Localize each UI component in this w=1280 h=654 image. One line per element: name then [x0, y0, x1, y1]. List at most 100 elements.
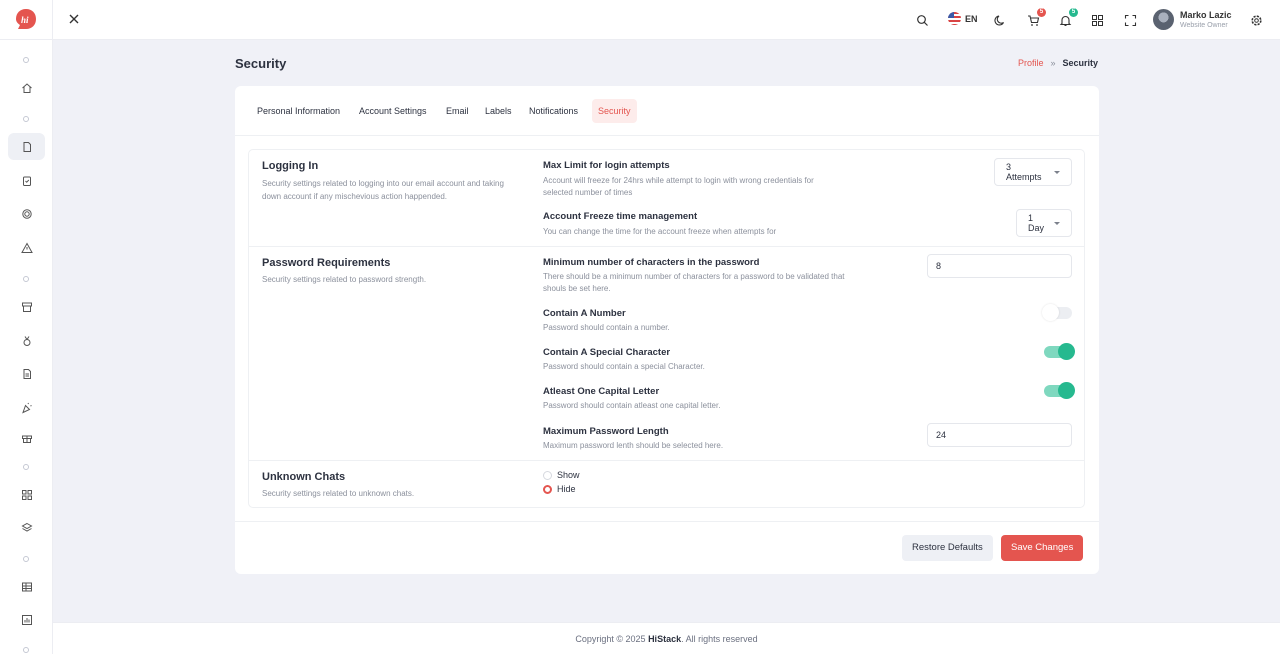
chevron-down-icon [1054, 221, 1060, 225]
menu-category-dot [23, 276, 29, 282]
bell-icon[interactable]: 5 [1056, 8, 1078, 29]
max-length-input[interactable] [927, 423, 1072, 447]
freeze-time-select[interactable]: 1 Day [1016, 209, 1072, 237]
sidebar-item-auth[interactable] [8, 200, 45, 227]
layers-icon [20, 522, 33, 532]
sidebar-item-dashboard[interactable] [8, 74, 45, 101]
toggle-knob [1058, 382, 1075, 399]
party-icon [21, 402, 32, 413]
cart-badge: 5 [1037, 8, 1046, 17]
brand-logo[interactable]: hi [15, 8, 37, 30]
breadcrumb: Profile » Security [1018, 58, 1098, 68]
toggle-knob [1058, 343, 1075, 360]
menu-category-dot [23, 556, 29, 562]
gear-icon[interactable] [1247, 11, 1265, 29]
freeze-time-value: 1 Day [1028, 213, 1045, 233]
min-chars-title: Minimum number of characters in the pass… [543, 257, 760, 268]
tab-email[interactable]: Email [440, 99, 475, 123]
sidebar-item-apps[interactable] [8, 481, 45, 508]
sidebar-item-forms[interactable] [8, 360, 45, 387]
password-requirements-description: Security settings related to password st… [262, 275, 427, 284]
chats-show-radio[interactable]: Show [543, 470, 580, 480]
avatar [1153, 9, 1174, 30]
radio-button-checked[interactable] [543, 484, 552, 494]
fullscreen-icon[interactable] [1121, 11, 1139, 29]
menu-category-dot [23, 57, 29, 63]
contain-number-title: Contain A Number [543, 308, 626, 319]
sidebar-item-pages[interactable] [8, 133, 45, 160]
user-name: Marko Lazic [1180, 9, 1232, 20]
menu-category-dot [23, 647, 29, 653]
sidebar-item-errors[interactable] [8, 234, 45, 261]
user-profile-menu[interactable]: Marko Lazic Website Owner [1153, 9, 1232, 30]
tab-personal-information[interactable]: Personal Information [251, 99, 346, 123]
box-icon [21, 302, 32, 312]
copyright-suffix: . All rights reserved [681, 634, 758, 644]
capital-letter-title: Atleast One Capital Letter [543, 386, 660, 397]
page-title: Security [235, 56, 287, 71]
medal-icon [23, 335, 30, 346]
tab-labels[interactable]: Labels [479, 99, 518, 123]
search-icon[interactable] [913, 11, 931, 29]
moon-icon[interactable] [991, 11, 1009, 29]
language-selector[interactable]: EN [948, 12, 978, 25]
min-chars-input[interactable] [927, 254, 1072, 278]
capital-letter-description: Password should contain atleast one capi… [543, 401, 721, 410]
sidebar-item-tables[interactable] [8, 573, 45, 600]
fingerprint-icon [21, 208, 32, 219]
tab-security[interactable]: Security [592, 99, 637, 123]
brand-link[interactable]: HiStack [648, 634, 681, 644]
card-footer-divider [235, 521, 1099, 522]
tab-account-settings[interactable]: Account Settings [353, 99, 433, 123]
breadcrumb-profile-link[interactable]: Profile [1018, 58, 1044, 68]
chats-show-label: Show [557, 470, 580, 480]
breadcrumb-separator-icon: » [1050, 58, 1056, 68]
cart-icon[interactable]: 5 [1024, 8, 1046, 29]
top-header: EN 5 5 Marko Lazic Website Owner [53, 0, 1280, 40]
chats-hide-radio[interactable]: Hide [543, 484, 576, 494]
toggle-knob [1042, 304, 1059, 321]
menu-category-dot [23, 116, 29, 122]
alert-icon [20, 241, 33, 253]
contain-number-toggle[interactable] [1042, 304, 1072, 321]
chats-hide-label: Hide [557, 484, 576, 494]
freeze-time-description: You can change the time for the account … [543, 227, 777, 236]
table-icon [21, 582, 32, 591]
sidebar-item-utilities[interactable] [8, 327, 45, 354]
sidebar-item-ui[interactable] [8, 293, 45, 320]
max-attempts-description: Account will freeze for 24hrs while atte… [543, 176, 814, 197]
page-footer: Copyright © 2025 HiStack. All rights res… [53, 622, 1280, 654]
capital-letter-toggle[interactable] [1044, 382, 1075, 399]
gift-icon [21, 435, 32, 443]
max-attempts-value: 3 Attempts [1006, 162, 1042, 182]
sidebar-item-advanced-ui[interactable] [8, 394, 45, 421]
apps-grid-icon[interactable] [1088, 11, 1106, 29]
sidebar-item-widgets[interactable] [8, 424, 45, 451]
chart-icon [21, 614, 32, 625]
restore-defaults-button[interactable]: Restore Defaults [902, 535, 993, 561]
contain-number-description: Password should contain a number. [543, 323, 670, 332]
notification-badge: 5 [1069, 8, 1078, 17]
special-char-toggle[interactable] [1044, 343, 1075, 360]
sidebar-item-tasks[interactable] [8, 167, 45, 194]
language-label: EN [965, 13, 978, 24]
min-chars-description: There should be a minimum number of char… [543, 272, 845, 293]
tab-notifications[interactable]: Notifications [523, 99, 584, 123]
sidebar: hi [0, 0, 53, 654]
home-icon [21, 82, 32, 93]
unknown-chats-title: Unknown Chats [262, 471, 346, 483]
chevron-down-icon [1054, 170, 1060, 174]
clipboard-icon [22, 176, 31, 186]
security-settings-panel: Logging In Security settings related to … [248, 149, 1085, 508]
save-changes-button[interactable]: Save Changes [1001, 535, 1084, 561]
sidebar-item-nested[interactable] [8, 514, 45, 541]
logging-in-title: Logging In [262, 160, 319, 172]
radio-button[interactable] [543, 470, 552, 480]
copyright-prefix: Copyright © 2025 [575, 634, 646, 644]
sidebar-item-charts[interactable] [8, 606, 45, 633]
security-card: Personal Information Account Settings Em… [235, 86, 1099, 574]
grid-icon [21, 489, 32, 500]
max-attempts-select[interactable]: 3 Attempts [994, 158, 1072, 186]
file-icon [23, 141, 31, 152]
close-icon[interactable] [67, 12, 81, 26]
